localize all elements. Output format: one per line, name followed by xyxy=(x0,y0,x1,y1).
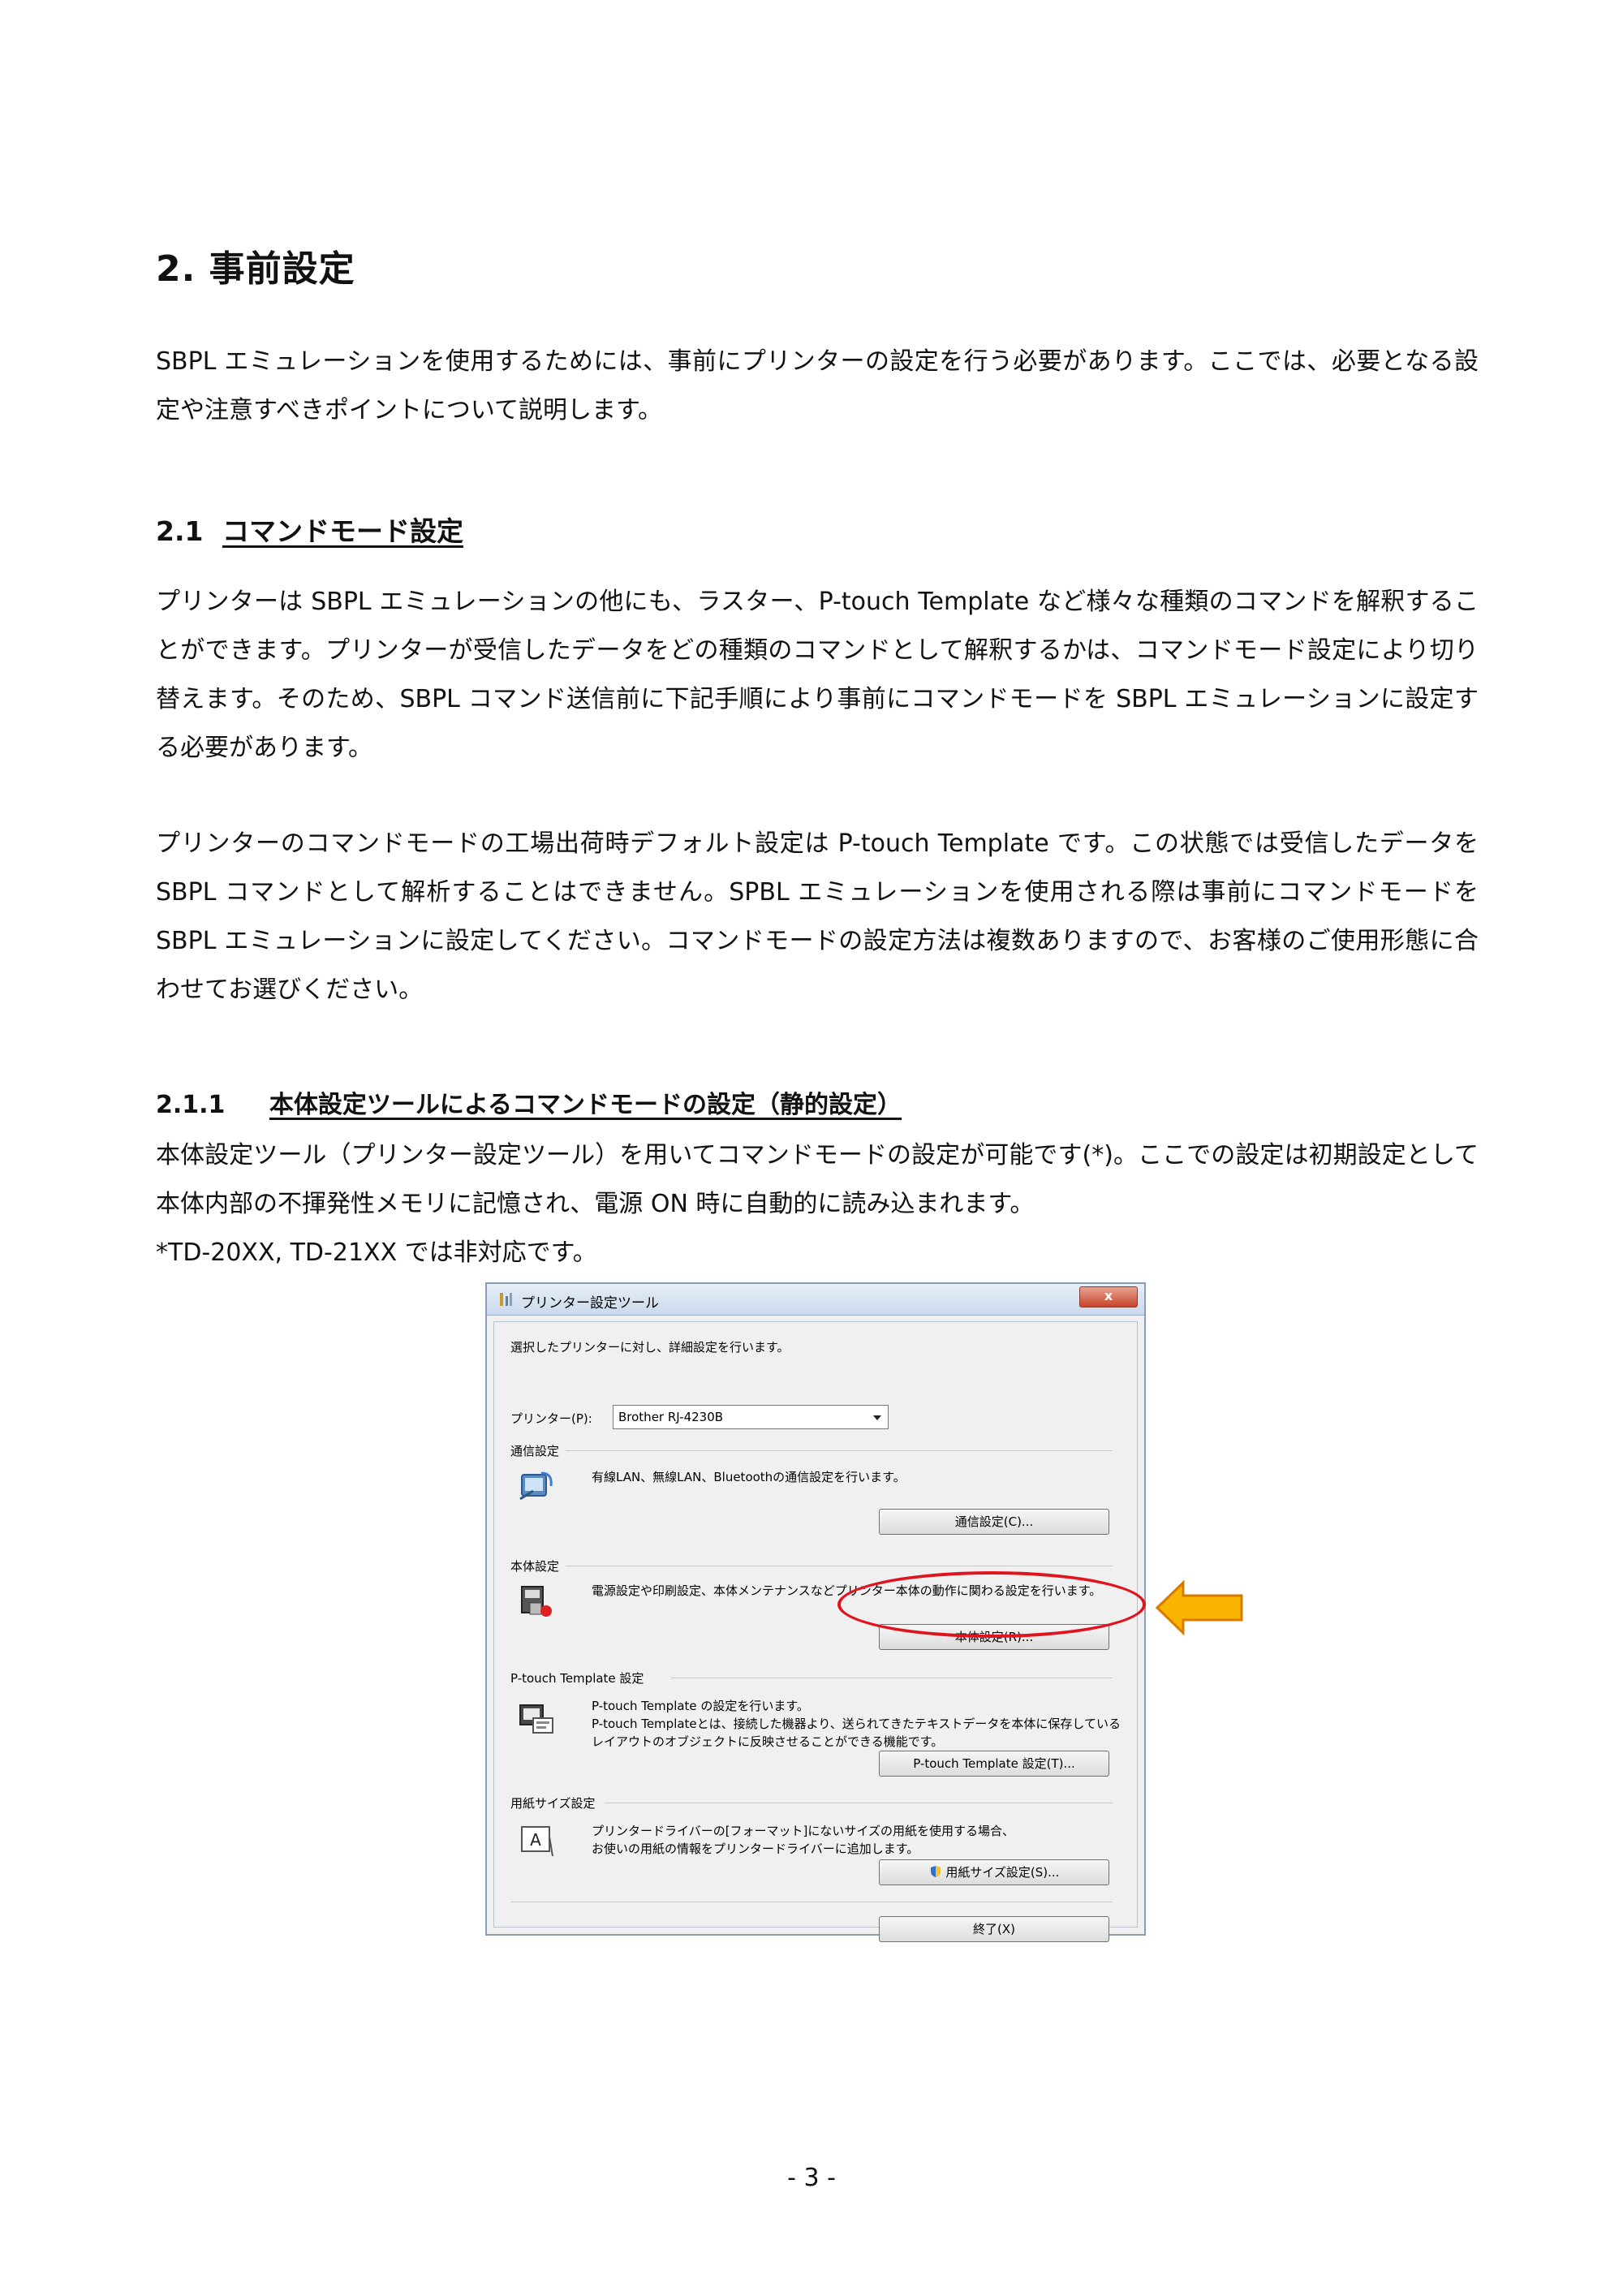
intro-text: SBPL エミュレーションを使用するためには、事前にプリンターの設定を行う必要が… xyxy=(156,347,1479,424)
subsection-para1: プリンターは SBPL エミュレーションの他にも、ラスター、P-touch Te… xyxy=(156,578,1479,773)
subsubsection-para1: 本体設定ツール（プリンター設定ツール）を用いてコマンドモードの設定が可能です(*… xyxy=(156,1131,1479,1229)
paper-size-button-label: 用紙サイズ設定(S)... xyxy=(945,1865,1060,1880)
subsubsection-heading: 2.1.1 本体設定ツールによるコマンドモードの設定（静的設定） xyxy=(156,1084,902,1120)
section-title: 2. 事前設定 xyxy=(156,248,355,290)
printer-select[interactable]: Brother RJ-4230B xyxy=(613,1405,889,1429)
subsection-heading: 2.1 コマンドモード設定 xyxy=(156,510,463,549)
note-text: *TD-20XX, TD-21XX では非対応です。 xyxy=(156,1238,597,1267)
dialog-titlebar: プリンター設定ツール x xyxy=(487,1284,1144,1316)
para2-text: プリンターのコマンドモードの工場出荷時デフォルト設定は P-touch Temp… xyxy=(156,829,1479,1004)
ptouch-desc-1: P-touch Template の設定を行います。 xyxy=(592,1699,809,1713)
comm-separator xyxy=(566,1450,1113,1451)
ptouch-heading: P-touch Template 設定 xyxy=(510,1671,644,1686)
svg-text:A: A xyxy=(530,1830,541,1850)
tool-icon xyxy=(500,1293,512,1306)
callout-arrow-icon xyxy=(1155,1579,1243,1636)
paper-desc-2: お使いの用紙の情報をプリンタードライバーに追加します。 xyxy=(592,1842,919,1856)
printer-select-value: Brother RJ-4230B xyxy=(618,1410,724,1424)
highlight-ring xyxy=(837,1571,1146,1638)
comm-desc: 有線LAN、無線LAN、Bluetoothの通信設定を行います。 xyxy=(592,1470,906,1484)
para1-text: プリンターは SBPL エミュレーションの他にも、ラスター、P-touch Te… xyxy=(156,588,1479,762)
subsection-title: コマンドモード設定 xyxy=(222,515,463,547)
ptouch-desc-2: P-touch Templateとは、接続した機器より、送られてきたテキストデー… xyxy=(592,1717,1121,1731)
printer-label: プリンター(P): xyxy=(510,1411,592,1426)
network-icon xyxy=(519,1471,553,1501)
dialog-title: プリンター設定ツール xyxy=(521,1295,659,1312)
subsubsection-number: 2.1.1 xyxy=(156,1091,226,1119)
paper-size-icon: A xyxy=(521,1826,553,1857)
ptouch-desc-3: レイアウトのオブジェクトに反映させることができる機能です。 xyxy=(592,1734,944,1749)
subsection-number: 2.1 xyxy=(156,515,204,547)
close-button[interactable]: x xyxy=(1079,1286,1138,1307)
paper-desc-1: プリンタードライバーの[フォーマット]にないサイズの用紙を使用する場合、 xyxy=(592,1824,1014,1838)
subsub-para-text: 本体設定ツール（プリンター設定ツール）を用いてコマンドモードの設定が可能です(*… xyxy=(156,1141,1479,1218)
subsubsection-title: 本体設定ツールによるコマンドモードの設定（静的設定） xyxy=(269,1091,902,1119)
section-intro: SBPL エミュレーションを使用するためには、事前にプリンターの設定を行う必要が… xyxy=(156,338,1479,435)
subsection-para2: プリンターのコマンドモードの工場出荷時デフォルト設定は P-touch Temp… xyxy=(156,820,1479,1014)
paper-heading: 用紙サイズ設定 xyxy=(510,1796,596,1811)
device-settings-icon xyxy=(521,1586,552,1617)
template-icon xyxy=(519,1704,553,1734)
device-heading: 本体設定 xyxy=(510,1559,560,1574)
chevron-down-icon xyxy=(873,1415,881,1420)
exit-button[interactable]: 終了(X) xyxy=(879,1916,1109,1942)
paper-size-settings-button[interactable]: 用紙サイズ設定(S)... xyxy=(879,1859,1109,1885)
comm-heading: 通信設定 xyxy=(510,1444,560,1458)
dialog-instruction: 選択したプリンターに対し、詳細設定を行います。 xyxy=(510,1340,790,1355)
subsubsection-note: *TD-20XX, TD-21XX では非対応です。 xyxy=(156,1229,1479,1277)
ptouch-settings-button[interactable]: P-touch Template 設定(T)... xyxy=(879,1751,1109,1777)
page-number: - 3 - xyxy=(787,2164,836,2192)
shield-icon xyxy=(930,1866,941,1877)
comm-settings-button[interactable]: 通信設定(C)... xyxy=(879,1509,1109,1535)
